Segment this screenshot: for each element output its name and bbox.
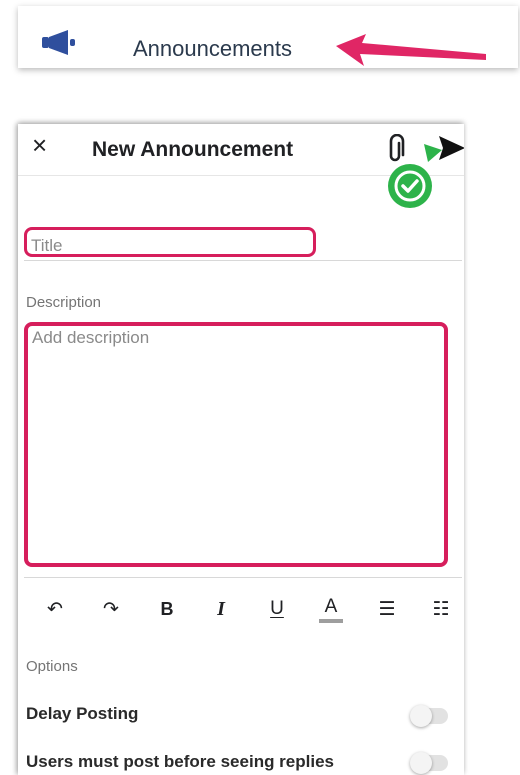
- announcements-link[interactable]: Announcements: [133, 36, 292, 62]
- red-arrow-pointer: [336, 34, 486, 66]
- title-input[interactable]: Title: [24, 227, 316, 257]
- page-title: New Announcement: [92, 138, 294, 161]
- close-icon[interactable]: ×: [32, 132, 54, 158]
- check-badge-icon: [388, 144, 442, 208]
- post-before-replies-toggle[interactable]: [410, 752, 448, 774]
- underline-button[interactable]: U: [262, 594, 292, 624]
- text-color-letter: A: [324, 595, 338, 617]
- toggle-knob: [410, 752, 432, 774]
- title-divider: [24, 260, 462, 261]
- numbered-list-icon[interactable]: ☷: [426, 594, 456, 624]
- editor-divider: [24, 577, 462, 578]
- redo-icon[interactable]: ↷: [96, 594, 126, 624]
- bullet-list-icon[interactable]: ☰: [372, 594, 402, 624]
- formatting-toolbar: ↶ ↷ B I U A ☰ ☷: [40, 594, 460, 626]
- text-color-button[interactable]: A: [316, 594, 346, 624]
- description-label: Description: [26, 294, 102, 311]
- new-announcement-screen: × New Announcement Title Description Add…: [18, 124, 464, 775]
- toggle-knob: [410, 705, 432, 727]
- undo-icon[interactable]: ↶: [40, 594, 70, 624]
- bold-button[interactable]: B: [152, 594, 182, 624]
- description-input[interactable]: Add description: [24, 322, 448, 567]
- post-before-replies-label: Users must post before seeing replies: [26, 752, 334, 771]
- delay-posting-toggle[interactable]: [410, 705, 448, 727]
- delay-posting-label: Delay Posting: [26, 704, 139, 723]
- announcements-nav-snippet: Announcements: [18, 6, 518, 68]
- options-label: Options: [26, 658, 78, 675]
- text-color-bar: [319, 618, 343, 623]
- italic-button[interactable]: I: [206, 594, 236, 624]
- megaphone-icon: [42, 30, 75, 55]
